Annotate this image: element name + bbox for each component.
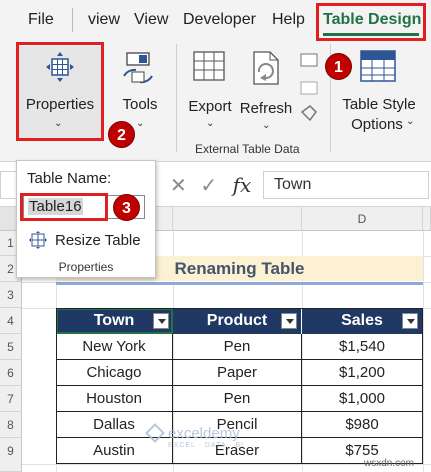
tab-view-partial[interactable]: view [88, 11, 120, 29]
table-cell[interactable]: $980 [302, 412, 423, 438]
step-badge-2: 2 [108, 121, 135, 148]
external-table-data-group-label: External Table Data [195, 142, 300, 156]
filter-dropdown-icon[interactable] [402, 313, 418, 329]
export-button[interactable]: Export ⌄ [184, 46, 236, 138]
chevron-down-icon: ⌄ [136, 118, 145, 129]
formula-bar-icons: ✕ ✓ fx [170, 173, 251, 198]
highlight-table-design-tab [316, 3, 426, 41]
highlight-table-name-input [20, 193, 108, 221]
tools-label: Tools [122, 96, 158, 113]
cancel-icon[interactable]: ✕ [170, 175, 187, 197]
chevron-down-icon: ⌄ [406, 116, 415, 127]
tab-view[interactable]: View [134, 11, 168, 29]
resize-table-icon [29, 231, 47, 249]
tab-developer[interactable]: Developer [183, 11, 256, 29]
column-header-d[interactable]: D [302, 207, 423, 231]
step-badge-3: 3 [113, 194, 140, 221]
watermark: exceldemy EXCEL · DATA · BI [145, 423, 244, 449]
unlink-icon[interactable] [300, 105, 317, 122]
tools-icon [123, 52, 153, 84]
row-header[interactable]: 7 [0, 386, 22, 412]
row-header[interactable]: 4 [0, 308, 22, 334]
export-icon [193, 51, 225, 81]
tab-file[interactable]: File [28, 11, 54, 29]
table-header-town[interactable]: Town [56, 308, 173, 334]
table-cell[interactable]: Chicago [56, 360, 173, 386]
table-style-options-label-2: Options [351, 116, 403, 133]
chevron-down-icon: ⌄ [262, 120, 271, 131]
title-underline [56, 282, 423, 285]
highlight-properties-button [16, 42, 104, 141]
export-label: Export [188, 98, 232, 115]
external-data-small-buttons [298, 50, 320, 130]
refresh-button[interactable]: Refresh ⌄ [238, 46, 294, 138]
table-cell[interactable]: Paper [173, 360, 302, 386]
table-style-icon [360, 50, 396, 82]
properties-group-label: Properties [58, 260, 114, 274]
table-cell[interactable]: Houston [56, 386, 173, 412]
tab-help[interactable]: Help [272, 11, 305, 29]
group-divider [176, 44, 177, 152]
row-header[interactable]: 9 [0, 438, 22, 472]
table-cell[interactable]: $1,200 [302, 360, 423, 386]
insert-function-icon[interactable]: fx [233, 173, 252, 197]
row-header[interactable]: 6 [0, 360, 22, 386]
table-cell[interactable]: Pen [173, 334, 302, 360]
table-cell[interactable]: $1,540 [302, 334, 423, 360]
gridline [423, 231, 424, 472]
table-cell[interactable]: $1,000 [302, 386, 423, 412]
column-header-e[interactable] [423, 207, 431, 231]
formula-input[interactable]: Town [263, 171, 429, 199]
row-header[interactable]: 3 [0, 282, 22, 308]
table-cell[interactable]: New York [56, 334, 173, 360]
refresh-label: Refresh [239, 100, 293, 117]
table-cell[interactable]: Pen [173, 386, 302, 412]
refresh-icon [253, 51, 279, 85]
properties-small-icon[interactable] [300, 53, 318, 67]
table-header-sales[interactable]: Sales [302, 308, 423, 334]
filter-dropdown-icon[interactable] [153, 313, 169, 329]
chevron-down-icon: ⌄ [206, 118, 215, 129]
enter-icon[interactable]: ✓ [200, 175, 217, 197]
site-credit: wsxdn.com [364, 458, 415, 469]
step-badge-1: 1 [325, 53, 352, 80]
tab-divider [72, 8, 73, 32]
table-name-label: Table Name: [27, 170, 112, 187]
resize-table-button[interactable]: Resize Table [55, 232, 141, 249]
table-header-product[interactable]: Product [173, 308, 302, 334]
column-header-spacer[interactable] [173, 207, 302, 231]
row-header[interactable]: 8 [0, 412, 22, 438]
row-header[interactable]: 5 [0, 334, 22, 360]
table-style-options-label-1: Table Style [342, 96, 416, 113]
filter-dropdown-icon[interactable] [281, 313, 297, 329]
open-in-browser-icon[interactable] [300, 81, 318, 95]
watermark-logo-icon [145, 423, 165, 443]
